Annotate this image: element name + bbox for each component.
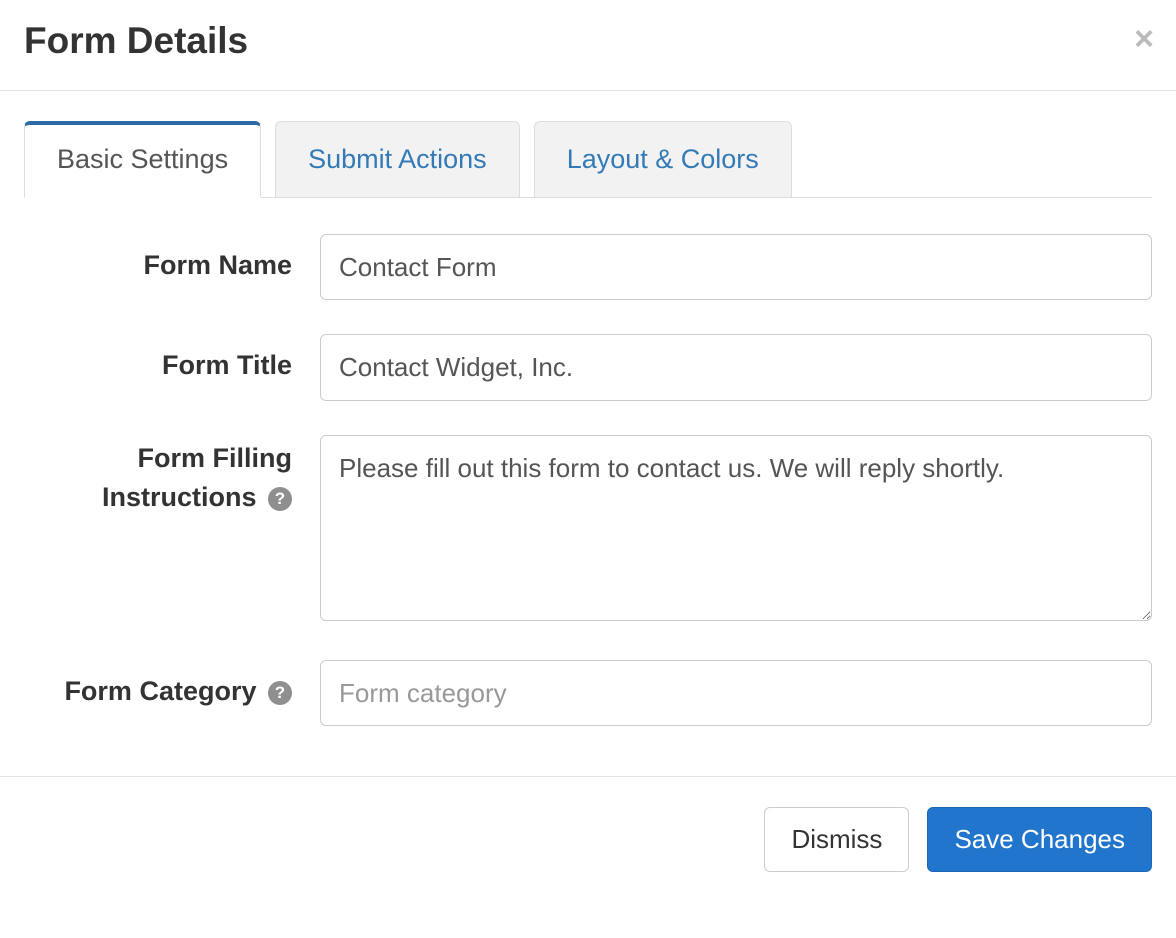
group-form-category: Form Category ?	[24, 660, 1152, 726]
modal-header: Form Details ×	[0, 0, 1176, 91]
tab-basic-settings-item: Basic Settings	[24, 121, 261, 198]
dismiss-button[interactable]: Dismiss	[764, 807, 909, 872]
tabs-nav: Basic Settings Submit Actions Layout & C…	[24, 121, 1152, 198]
label-form-instructions-line2: Instructions	[102, 482, 257, 512]
group-form-name: Form Name	[24, 234, 1152, 300]
group-form-instructions: Form Filling Instructions ?	[24, 435, 1152, 626]
label-form-name: Form Name	[24, 234, 320, 285]
form-name-input[interactable]	[320, 234, 1152, 300]
wrap-form-title	[320, 334, 1152, 400]
form-category-input[interactable]	[320, 660, 1152, 726]
label-form-title: Form Title	[24, 334, 320, 385]
form-instructions-textarea[interactable]	[320, 435, 1152, 621]
save-changes-button[interactable]: Save Changes	[927, 807, 1152, 872]
wrap-form-name	[320, 234, 1152, 300]
tab-layout-colors[interactable]: Layout & Colors	[534, 121, 792, 198]
label-form-category-text: Form Category	[64, 676, 256, 706]
tab-submit-actions[interactable]: Submit Actions	[275, 121, 520, 198]
form-title-input[interactable]	[320, 334, 1152, 400]
help-icon[interactable]: ?	[268, 487, 292, 511]
label-form-instructions-line1: Form Filling	[138, 443, 293, 473]
label-form-instructions: Form Filling Instructions ?	[24, 435, 320, 517]
modal-body: Basic Settings Submit Actions Layout & C…	[0, 121, 1176, 776]
tab-layout-colors-item: Layout & Colors	[534, 121, 792, 198]
modal-form-details: Form Details × Basic Settings Submit Act…	[0, 0, 1176, 876]
tab-basic-settings[interactable]: Basic Settings	[24, 121, 261, 198]
form-basic-settings: Form Name Form Title Form Filling Instru…	[24, 198, 1152, 726]
label-form-category: Form Category ?	[24, 660, 320, 711]
help-icon[interactable]: ?	[268, 681, 292, 705]
tab-submit-actions-item: Submit Actions	[275, 121, 520, 198]
modal-title: Form Details	[24, 20, 1152, 62]
wrap-form-category	[320, 660, 1152, 726]
close-icon[interactable]: ×	[1134, 22, 1154, 56]
modal-footer: Dismiss Save Changes	[0, 776, 1176, 876]
group-form-title: Form Title	[24, 334, 1152, 400]
wrap-form-instructions	[320, 435, 1152, 626]
